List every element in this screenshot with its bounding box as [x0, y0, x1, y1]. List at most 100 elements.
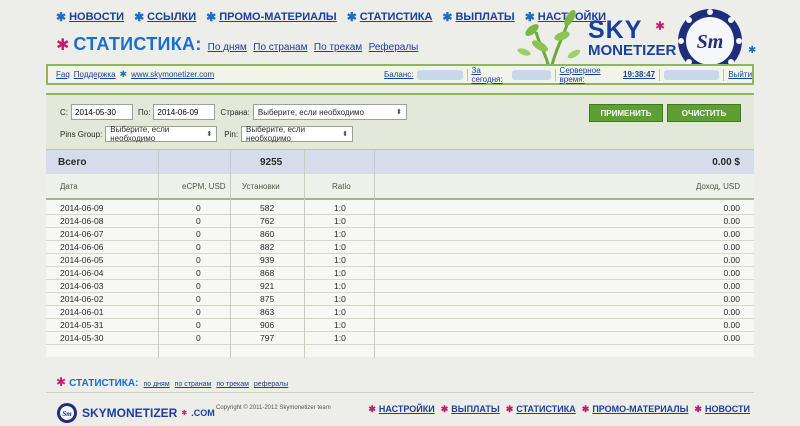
copyright: Copyright © 2011-2012 Skymonetizer team — [216, 405, 331, 411]
footer-nav-label[interactable]: ВЫПЛАТЫ — [451, 404, 499, 414]
star-icon: ✱ — [56, 37, 70, 54]
sm-badge-icon: Sm — [57, 403, 77, 423]
footer-logo[interactable]: Sm SKYMONETIZER ✱ .COM — [56, 402, 215, 424]
star-icon: ✱ — [181, 409, 188, 417]
footer-nav-payouts[interactable]: ✱ ВЫПЛАТЫ — [441, 404, 500, 414]
footer-nav-news[interactable]: ✱ НОВОСТИ — [694, 404, 750, 414]
star-icon: ✱ — [368, 403, 376, 414]
star-icon: ✱ — [442, 10, 453, 24]
today-value-redacted — [512, 69, 551, 80]
total-row: Всего 9255 0.00 $ — [46, 150, 754, 174]
nav-label[interactable]: НОВОСТИ — [69, 11, 124, 23]
account-info-bar: Faq Поддержка ✱ www.skymonetizer.com Бал… — [46, 64, 754, 85]
info-bar-links: Faq Поддержка ✱ www.skymonetizer.com — [56, 70, 214, 80]
badge-text: Sm — [697, 31, 724, 53]
col-header-income: Доход, USD — [695, 181, 740, 191]
subnav-by-countries[interactable]: По странам — [253, 42, 307, 53]
balance-label[interactable]: Баланс: — [384, 70, 413, 79]
table-row: 2014-06-06 0 882 1:0 0.00 — [46, 241, 754, 254]
nav-label[interactable]: ПРОМО-МАТЕРИАЛЫ — [219, 11, 336, 23]
total-income: 0.00 $ — [712, 156, 740, 168]
clear-button[interactable]: ОЧИСТИТЬ — [667, 104, 741, 122]
column-divider — [374, 150, 375, 358]
from-label: С: — [60, 107, 68, 117]
pins-group-select[interactable]: Выберите, если необходимо ⬍ — [105, 125, 218, 143]
cell-income: 0.00 — [723, 320, 740, 330]
nav-label[interactable]: ВЫПЛАТЫ — [455, 11, 514, 23]
footer-nav-label[interactable]: СТАТИСТИКА — [516, 404, 575, 414]
site-link[interactable]: www.skymonetizer.com — [131, 70, 214, 79]
cell-ratio: 1:0 — [334, 333, 346, 343]
nav-item-stats[interactable]: ✱ СТАТИСТИКА — [347, 11, 433, 23]
footer-navigation: ✱ НАСТРОЙКИ ✱ ВЫПЛАТЫ ✱ СТАТИСТИКА ✱ ПРОМО-М… — [368, 404, 750, 414]
subnav-referrals[interactable]: Рефералы — [369, 42, 419, 53]
cell-ratio: 1:0 — [334, 307, 346, 317]
bottom-stats-nav: ✱ СТАТИСТИКА: по дням по странам по трек… — [56, 376, 288, 389]
date-from-input[interactable] — [71, 104, 133, 120]
nav-item-news[interactable]: ✱ НОВОСТИ — [56, 11, 124, 23]
table-row: 2014-05-31 0 906 1:0 0.00 — [46, 319, 754, 332]
table-row: 2014-06-01 0 863 1:0 0.00 — [46, 306, 754, 319]
cell-installs: 939 — [260, 255, 275, 265]
stats-table: Всего 9255 0.00 $ Дата eCPM, USD Установ… — [46, 149, 754, 358]
footer-nav-label[interactable]: НОВОСТИ — [705, 404, 750, 414]
footer-nav-label[interactable]: НАСТРОЙКИ — [379, 404, 435, 414]
cell-income: 0.00 — [723, 242, 740, 252]
cell-ecpm: 0 — [196, 268, 201, 278]
cell-installs: 797 — [260, 333, 275, 343]
divider — [466, 68, 468, 81]
logout-link[interactable]: Выйти — [728, 70, 752, 79]
nav-item-promo[interactable]: ✱ ПРОМО-МАТЕРИАЛЫ — [206, 11, 337, 23]
cell-income: 0.00 — [723, 255, 740, 265]
divider — [723, 68, 725, 81]
page-header: ✱ СТАТИСТИКА: По дням По странам По трек… — [56, 34, 418, 55]
cell-ratio: 1:0 — [334, 229, 346, 239]
nav-item-links[interactable]: ✱ ССЫЛКИ — [134, 11, 196, 23]
cell-installs: 582 — [260, 203, 275, 213]
bottom-link-by-tracks[interactable]: по трекам — [216, 381, 249, 388]
country-label: Страна: — [220, 107, 250, 117]
bottom-link-referrals[interactable]: рефералы — [254, 381, 288, 388]
bottom-stats-title: СТАТИСТИКА: — [69, 378, 139, 389]
cell-income: 0.00 — [723, 229, 740, 239]
table-row: 2014-06-02 0 875 1:0 0.00 — [46, 293, 754, 306]
footer-nav-settings[interactable]: ✱ НАСТРОЙКИ — [368, 404, 434, 414]
divider — [659, 68, 660, 81]
info-bar-stats: Баланс: За сегодня: Серверное время: 19:… — [384, 66, 752, 84]
nav-label[interactable]: ССЫЛКИ — [147, 11, 196, 23]
cell-date: 2014-05-30 — [60, 333, 104, 343]
footer-nav-promo[interactable]: ✱ ПРОМО-МАТЕРИАЛЫ — [582, 404, 689, 414]
cell-ratio: 1:0 — [334, 255, 346, 265]
date-to-input[interactable] — [153, 104, 216, 120]
footer-nav-stats[interactable]: ✱ СТАТИСТИКА — [506, 404, 576, 414]
table-row: 2014-06-05 0 939 1:0 0.00 — [46, 254, 754, 267]
country-select[interactable]: Выберите, если необходимо ⬍ — [252, 104, 407, 120]
support-link[interactable]: Поддержка — [74, 70, 116, 79]
pin-select[interactable]: Выберите, если необходимо ⬍ — [241, 125, 354, 143]
subnav-by-tracks[interactable]: По трекам — [314, 42, 362, 53]
cell-ecpm: 0 — [196, 281, 201, 291]
logo-line2: MONETIZER — [588, 42, 677, 59]
footer-nav-label[interactable]: ПРОМО-МАТЕРИАЛЫ — [592, 404, 688, 414]
cell-income: 0.00 — [723, 216, 740, 226]
col-header-ratio: Ratio — [332, 181, 351, 191]
cell-income: 0.00 — [723, 294, 740, 304]
bottom-link-by-days[interactable]: по дням — [143, 381, 169, 388]
today-label[interactable]: За сегодня: — [471, 66, 508, 84]
star-icon: ✱ — [56, 375, 67, 389]
column-divider — [304, 150, 305, 358]
total-label: Всего — [58, 156, 87, 168]
nav-label[interactable]: СТАТИСТИКА — [360, 11, 433, 23]
nav-item-payouts[interactable]: ✱ ВЫПЛАТЫ — [442, 11, 514, 23]
cell-ecpm: 0 — [196, 216, 201, 226]
subnav-by-days[interactable]: По дням — [208, 42, 247, 53]
faq-link[interactable]: Faq — [56, 70, 70, 79]
cell-ratio: 1:0 — [334, 320, 346, 330]
cell-ratio: 1:0 — [334, 216, 346, 226]
pin-label: Pin: — [224, 129, 239, 139]
bottom-link-by-countries[interactable]: по странам — [175, 381, 212, 388]
cell-income: 0.00 — [723, 307, 740, 317]
apply-button[interactable]: ПРИМЕНИТЬ — [589, 104, 663, 122]
server-time-label: Серверное время: — [559, 65, 601, 84]
username-redacted — [663, 69, 720, 80]
